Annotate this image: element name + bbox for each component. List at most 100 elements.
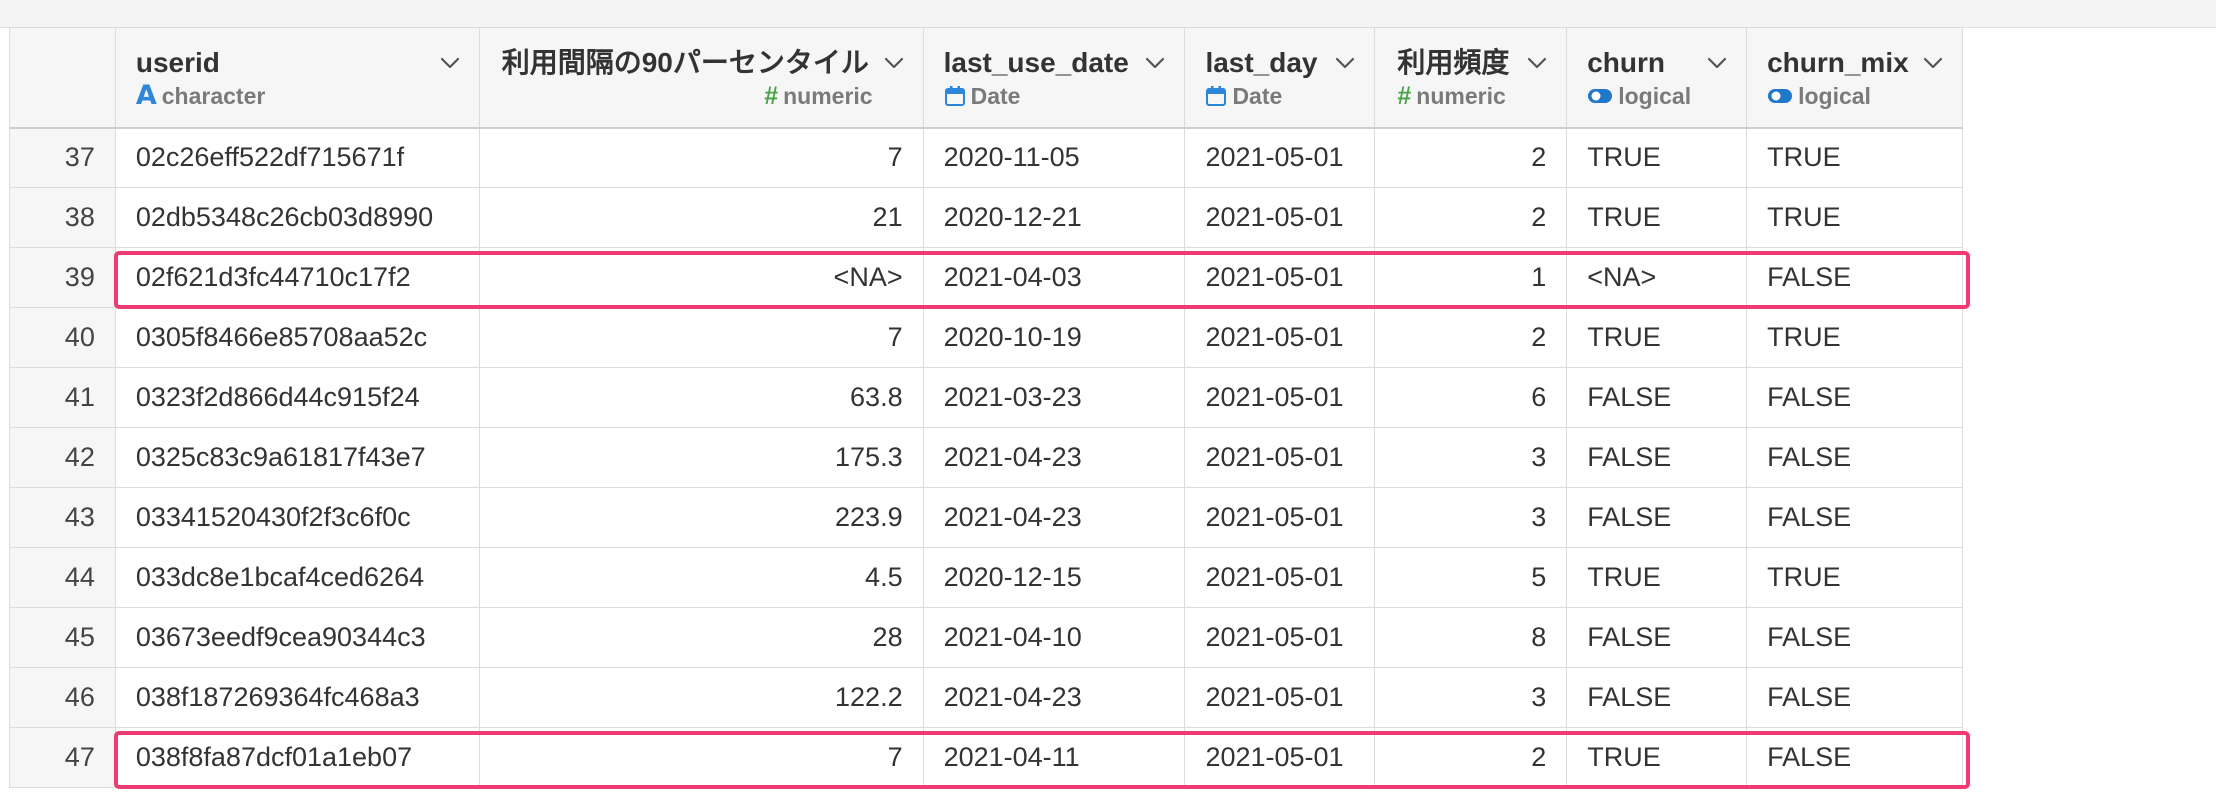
cell-churn-mix[interactable]: FALSE <box>1746 487 1963 548</box>
row-number[interactable]: 42 <box>9 427 116 488</box>
cell-churn[interactable]: FALSE <box>1566 487 1748 548</box>
cell-frequency[interactable]: 1 <box>1374 247 1568 308</box>
cell-churn[interactable]: FALSE <box>1566 367 1748 428</box>
cell-interval-p90[interactable]: 21 <box>478 187 924 248</box>
table-row[interactable]: 44 033dc8e1bcaf4ced6264 4.5 2020-12-15 2021-… <box>9 547 1963 608</box>
column-header-frequency[interactable]: 利用頻度 # numeric <box>1374 27 1568 129</box>
table-row[interactable]: 40 0305f8466e85708aa52c 7 2020-10-19 2021-05… <box>9 307 1963 368</box>
cell-last-use-date[interactable]: 2020-10-19 <box>922 307 1186 368</box>
chevron-down-icon[interactable] <box>1332 50 1358 76</box>
cell-userid[interactable]: 033dc8e1bcaf4ced6264 <box>114 547 480 608</box>
cell-last-use-date[interactable]: 2020-12-15 <box>922 547 1186 608</box>
cell-churn[interactable]: FALSE <box>1566 607 1748 668</box>
cell-userid[interactable]: 02c26eff522df715671f <box>114 127 480 188</box>
chevron-down-icon[interactable] <box>1524 50 1550 76</box>
cell-userid[interactable]: 03341520430f2f3c6f0c <box>114 487 480 548</box>
cell-last-day[interactable]: 2021-05-01 <box>1184 127 1376 188</box>
cell-churn-mix[interactable]: FALSE <box>1746 727 1963 788</box>
row-number[interactable]: 43 <box>9 487 116 548</box>
column-header-churn[interactable]: churn logical <box>1566 27 1748 129</box>
row-number[interactable]: 41 <box>9 367 116 428</box>
cell-churn[interactable]: <NA> <box>1566 247 1748 308</box>
table-row[interactable]: 37 02c26eff522df715671f 7 2020-11-05 2021-05… <box>9 127 1963 188</box>
cell-userid[interactable]: 03673eedf9cea90344c3 <box>114 607 480 668</box>
cell-last-day[interactable]: 2021-05-01 <box>1184 487 1376 548</box>
cell-last-use-date[interactable]: 2020-12-21 <box>922 187 1186 248</box>
cell-userid[interactable]: 0325c83c9a61817f43e7 <box>114 427 480 488</box>
cell-userid[interactable]: 038f187269364fc468a3 <box>114 667 480 728</box>
column-header-churn-mix[interactable]: churn_mix logical <box>1746 27 1963 129</box>
row-number[interactable]: 44 <box>9 547 116 608</box>
table-row[interactable]: 45 03673eedf9cea90344c3 28 2021-04-10 2021-0… <box>9 607 1963 668</box>
table-row[interactable]: 42 0325c83c9a61817f43e7 175.3 2021-04-23 202… <box>9 427 1963 488</box>
cell-userid[interactable]: 0323f2d866d44c915f24 <box>114 367 480 428</box>
cell-interval-p90[interactable]: 28 <box>478 607 924 668</box>
cell-interval-p90[interactable]: 7 <box>478 307 924 368</box>
row-number[interactable]: 38 <box>9 187 116 248</box>
row-number[interactable]: 39 <box>9 247 116 308</box>
cell-frequency[interactable]: 2 <box>1374 727 1568 788</box>
cell-userid[interactable]: 02db5348c26cb03d8990 <box>114 187 480 248</box>
cell-churn-mix[interactable]: TRUE <box>1746 547 1963 608</box>
cell-frequency[interactable]: 5 <box>1374 547 1568 608</box>
cell-last-day[interactable]: 2021-05-01 <box>1184 247 1376 308</box>
table-row[interactable]: 38 02db5348c26cb03d8990 21 2020-12-21 2021-0… <box>9 187 1963 248</box>
cell-last-use-date[interactable]: 2021-03-23 <box>922 367 1186 428</box>
cell-churn[interactable]: TRUE <box>1566 127 1748 188</box>
cell-churn-mix[interactable]: FALSE <box>1746 427 1963 488</box>
cell-last-day[interactable]: 2021-05-01 <box>1184 607 1376 668</box>
chevron-down-icon[interactable] <box>1920 50 1946 76</box>
cell-interval-p90[interactable]: 175.3 <box>478 427 924 488</box>
cell-interval-p90[interactable]: 4.5 <box>478 547 924 608</box>
row-number[interactable]: 40 <box>9 307 116 368</box>
cell-last-day[interactable]: 2021-05-01 <box>1184 547 1376 608</box>
cell-userid[interactable]: 0305f8466e85708aa52c <box>114 307 480 368</box>
cell-last-use-date[interactable]: 2021-04-23 <box>922 427 1186 488</box>
row-number[interactable]: 46 <box>9 667 116 728</box>
cell-last-use-date[interactable]: 2021-04-10 <box>922 607 1186 668</box>
table-row[interactable]: 43 03341520430f2f3c6f0c 223.9 2021-04-23 202… <box>9 487 1963 548</box>
cell-churn-mix[interactable]: FALSE <box>1746 247 1963 308</box>
cell-last-use-date[interactable]: 2021-04-23 <box>922 667 1186 728</box>
chevron-down-icon[interactable] <box>881 50 907 76</box>
cell-interval-p90[interactable]: 7 <box>478 727 924 788</box>
cell-churn[interactable]: FALSE <box>1566 427 1748 488</box>
table-row[interactable]: 46 038f187269364fc468a3 122.2 2021-04-23 202… <box>9 667 1963 728</box>
cell-churn[interactable]: TRUE <box>1566 187 1748 248</box>
cell-last-use-date[interactable]: 2021-04-03 <box>922 247 1186 308</box>
cell-last-use-date[interactable]: 2021-04-23 <box>922 487 1186 548</box>
cell-last-day[interactable]: 2021-05-01 <box>1184 667 1376 728</box>
column-header-last-use-date[interactable]: last_use_date Date <box>922 27 1186 129</box>
table-row[interactable]: 39 02f621d3fc44710c17f2 <NA> 2021-04-03 2021… <box>9 247 1963 308</box>
cell-last-day[interactable]: 2021-05-01 <box>1184 427 1376 488</box>
column-header-userid[interactable]: userid A character <box>114 27 480 129</box>
cell-churn[interactable]: TRUE <box>1566 307 1748 368</box>
cell-frequency[interactable]: 2 <box>1374 307 1568 368</box>
cell-churn-mix[interactable]: TRUE <box>1746 187 1963 248</box>
cell-churn-mix[interactable]: FALSE <box>1746 667 1963 728</box>
cell-userid[interactable]: 02f621d3fc44710c17f2 <box>114 247 480 308</box>
cell-interval-p90[interactable]: 63.8 <box>478 367 924 428</box>
cell-last-day[interactable]: 2021-05-01 <box>1184 367 1376 428</box>
cell-frequency[interactable]: 6 <box>1374 367 1568 428</box>
cell-interval-p90[interactable]: 7 <box>478 127 924 188</box>
row-number[interactable]: 45 <box>9 607 116 668</box>
cell-churn-mix[interactable]: TRUE <box>1746 127 1963 188</box>
chevron-down-icon[interactable] <box>1142 50 1168 76</box>
cell-userid[interactable]: 038f8fa87dcf01a1eb07 <box>114 727 480 788</box>
cell-frequency[interactable]: 3 <box>1374 427 1568 488</box>
cell-frequency[interactable]: 3 <box>1374 667 1568 728</box>
cell-churn-mix[interactable]: FALSE <box>1746 607 1963 668</box>
cell-frequency[interactable]: 8 <box>1374 607 1568 668</box>
cell-last-day[interactable]: 2021-05-01 <box>1184 727 1376 788</box>
cell-churn-mix[interactable]: TRUE <box>1746 307 1963 368</box>
chevron-down-icon[interactable] <box>1704 50 1730 76</box>
cell-interval-p90[interactable]: 122.2 <box>478 667 924 728</box>
cell-churn[interactable]: FALSE <box>1566 667 1748 728</box>
column-header-last-day[interactable]: last_day Date <box>1184 27 1376 129</box>
cell-last-day[interactable]: 2021-05-01 <box>1184 187 1376 248</box>
cell-interval-p90[interactable]: 223.9 <box>478 487 924 548</box>
column-header-interval-p90[interactable]: 利用間隔の90パーセンタイル # numeric <box>478 27 924 129</box>
row-number[interactable]: 47 <box>9 727 116 788</box>
cell-last-use-date[interactable]: 2020-11-05 <box>922 127 1186 188</box>
